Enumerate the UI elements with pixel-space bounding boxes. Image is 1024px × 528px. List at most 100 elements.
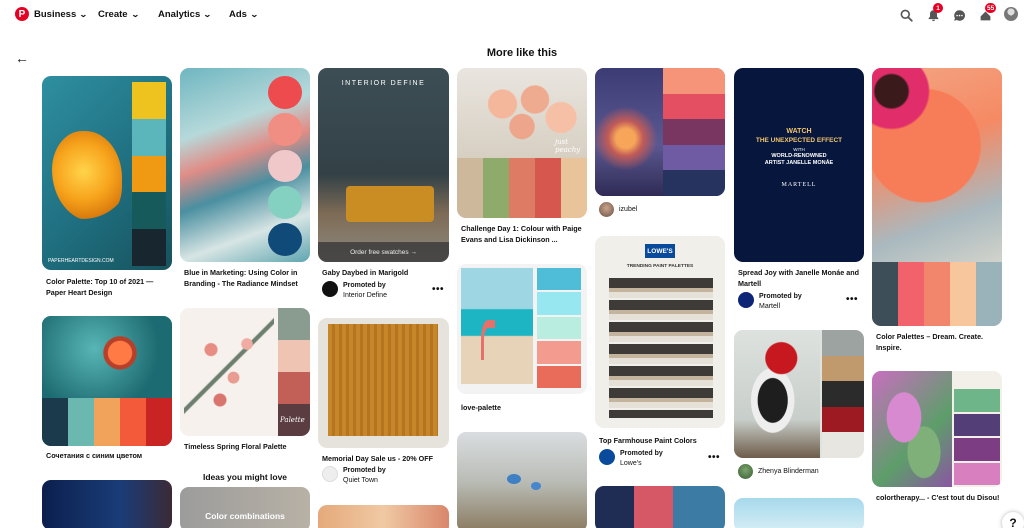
updates-count-badge: 55	[985, 3, 997, 13]
pin-caption[interactable]: Memorial Day Sale us - 20% OFF	[322, 454, 446, 465]
pin-image-wildflowers[interactable]	[457, 432, 587, 528]
pin-image-palette-strip[interactable]	[595, 486, 725, 528]
ad-line: ARTIST JANELLE MONÁE	[764, 160, 834, 166]
more-options-icon[interactable]: •••	[708, 452, 720, 463]
ad-line: WITH	[793, 147, 805, 152]
nav-create-label: Create	[98, 9, 128, 20]
color-swatch-stack	[537, 268, 581, 389]
page-title: More like this	[486, 47, 558, 59]
color-swatch-row	[457, 158, 587, 218]
flower-illustration	[531, 482, 541, 490]
pin-caption[interactable]: Gaby Daybed in Marigold	[322, 268, 446, 279]
pin-image-flower-dream-palette[interactable]	[872, 68, 1002, 326]
advertiser-name: Quiet Town	[343, 477, 378, 484]
pin-image-leaves-palette[interactable]	[872, 371, 1002, 487]
ad-line: WORLD-RENOWNED	[771, 153, 827, 159]
beach-photo	[461, 268, 533, 384]
pin-caption[interactable]: Color Palettes – Dream. Create. Inspire.	[876, 332, 1000, 353]
pin-image-martell-ad[interactable]: WATCH THE UNEXPECTED EFFECT WITH WORLD-R…	[734, 68, 864, 262]
promoted-by[interactable]: Promoted by Martell	[738, 292, 802, 312]
pin-image-peaches[interactable]: just peachy	[457, 68, 587, 218]
paint-brush-stack	[609, 278, 713, 418]
promoted-label: Promoted by	[343, 282, 386, 289]
leaves-photo	[872, 371, 952, 487]
chevron-down-icon: ⌄	[249, 10, 259, 19]
color-circle-stack	[268, 76, 302, 256]
author-avatar	[738, 464, 753, 479]
watermark-text: PAPERHEARTDESIGN.COM	[48, 258, 114, 264]
updates-icon[interactable]: 55	[977, 3, 997, 23]
promoted-label: Promoted by	[759, 293, 802, 300]
pin-image-jar-palette[interactable]	[595, 68, 725, 196]
promoted-by[interactable]: Promoted by Lowe's	[599, 449, 663, 469]
pin-image-rose-palette[interactable]	[42, 316, 172, 446]
more-options-icon[interactable]: •••	[846, 294, 858, 305]
advertiser-avatar	[738, 292, 754, 308]
curtain-illustration	[328, 324, 438, 436]
pin-image-daybed[interactable]: INTERIOR DEFINE Order free swatches →	[318, 68, 449, 262]
pin-author[interactable]: Zhenya Blinderman	[738, 464, 819, 479]
notification-count-badge: 1	[933, 3, 943, 13]
nav-ads[interactable]: Ads ⌄	[229, 9, 259, 20]
martell-logo: MARTELL	[781, 182, 817, 188]
ad-overlay-title: INTERIOR DEFINE	[341, 80, 426, 87]
ad-line: THE UNEXPECTED EFFECT	[755, 137, 843, 144]
pin-caption[interactable]: Сочетания с синим цветом	[46, 451, 170, 462]
advertiser-avatar	[322, 466, 338, 482]
advertiser-name: Interior Define	[343, 292, 387, 299]
ad-header: TRENDING PAINT PALETTES	[626, 264, 694, 269]
author-name: izubel	[619, 206, 638, 213]
pin-image-palm-trees[interactable]	[734, 498, 864, 528]
pin-author[interactable]: izubel	[599, 202, 637, 217]
pin-image-curtain[interactable]	[318, 318, 449, 448]
pin-image-floral-palette[interactable]: Palette	[180, 308, 310, 436]
advertiser-avatar	[599, 449, 615, 465]
author-avatar	[599, 202, 614, 217]
pin-image-flamingo[interactable]	[457, 264, 587, 394]
flower-photo	[872, 68, 1002, 262]
promoted-by[interactable]: Promoted by Interior Define	[322, 281, 387, 301]
nav-ads-label: Ads	[229, 9, 247, 20]
promoted-by[interactable]: Promoted by Quiet Town	[322, 466, 386, 486]
flamingo-illustration	[481, 320, 495, 360]
more-options-icon[interactable]: •••	[432, 284, 444, 295]
flower-illustration	[507, 474, 521, 484]
messages-icon[interactable]	[951, 7, 967, 23]
nav-create[interactable]: Create ⌄	[98, 9, 140, 20]
nav-analytics-label: Analytics	[158, 9, 201, 20]
pin-caption[interactable]: Timeless Spring Floral Palette	[184, 442, 308, 453]
order-swatches-cta[interactable]: Order free swatches →	[318, 242, 449, 262]
chevron-down-icon: ⌄	[79, 10, 88, 19]
pin-image-marble-palette[interactable]	[180, 68, 310, 262]
help-button[interactable]: ?	[1002, 512, 1024, 528]
pin-image-flower-palette[interactable]: PAPERHEARTDESIGN.COM	[42, 76, 172, 270]
pin-image-peach-pattern[interactable]	[318, 505, 449, 528]
pin-caption[interactable]: love-palette	[461, 403, 585, 414]
pinterest-logo-icon[interactable]: P	[15, 7, 29, 21]
pin-image-paint-palettes[interactable]: LOWE'S TRENDING PAINT PALETTES	[595, 236, 725, 428]
nav-analytics[interactable]: Analytics ⌄	[158, 9, 212, 20]
woodpecker-photo	[734, 330, 820, 458]
pin-caption[interactable]: Color Palette: Top 10 of 2021 — Paper He…	[46, 277, 170, 298]
pin-caption[interactable]: colortherapy... - C'est tout du Disou!	[876, 493, 1000, 504]
notifications-bell-icon[interactable]: 1	[925, 3, 943, 23]
advertiser-avatar	[322, 281, 338, 297]
ad-line: WATCH	[786, 128, 812, 135]
color-swatch-stack	[822, 330, 864, 458]
advertiser-name: Lowe's	[620, 460, 642, 467]
pin-image-people[interactable]	[42, 480, 172, 528]
profile-avatar[interactable]	[1004, 7, 1018, 21]
rose-photo	[42, 316, 172, 398]
color-swatch-row	[872, 262, 1002, 326]
pin-caption[interactable]: Blue in Marketing: Using Color in Brandi…	[184, 268, 308, 289]
nav-business[interactable]: Business ⌄	[34, 9, 88, 20]
pin-caption[interactable]: Top Farmhouse Paint Colors	[599, 436, 723, 447]
pin-image-color-combinations[interactable]: Color combinations	[180, 487, 310, 528]
pin-image-woodpecker[interactable]	[734, 330, 864, 458]
search-icon[interactable]	[898, 7, 914, 23]
pin-caption[interactable]: Challenge Day 1: Colour with Paige Evans…	[461, 224, 585, 245]
pin-caption[interactable]: Spread Joy with Janelle Monáe and Martel…	[738, 268, 862, 289]
chevron-down-icon: ⌄	[130, 10, 140, 19]
ideas-card-label: Color combinations	[205, 511, 285, 521]
pin-overlay-text: just peachy	[555, 138, 581, 154]
